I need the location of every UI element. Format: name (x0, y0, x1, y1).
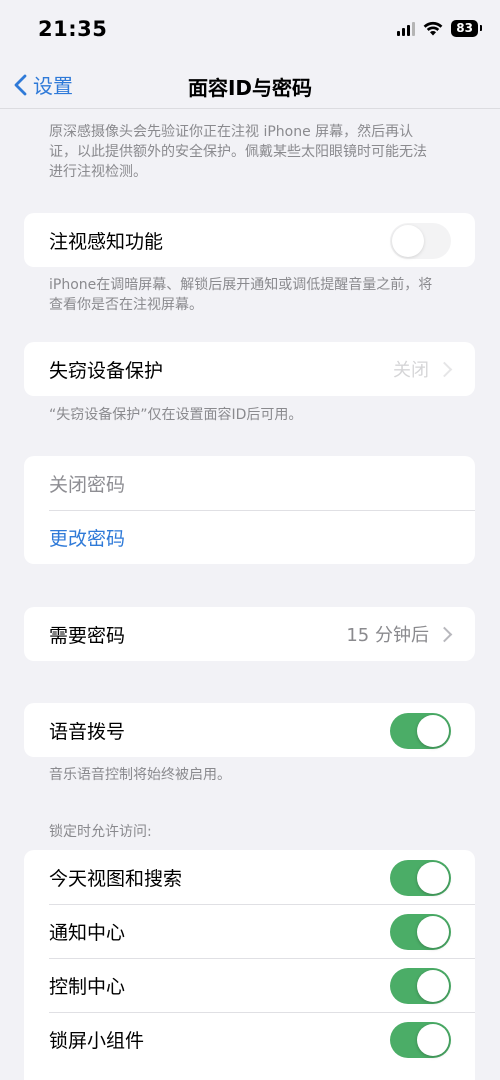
require-passcode-row[interactable]: 需要密码 15 分钟后 (24, 607, 475, 661)
attention-aware-footnote: iPhone在调暗屏幕、解锁后展开通知或调低提醒音量之前，将查看你是否在注视屏幕… (49, 277, 433, 313)
require-passcode-value: 15 分钟后 (346, 625, 429, 646)
toggle-knob (417, 970, 449, 1002)
stolen-device-footnote: “失窃设备保护”仅在设置面容ID后可用。 (49, 407, 303, 423)
voice-dial-toggle[interactable] (390, 713, 451, 749)
status-bar: 21:35 83 (0, 0, 500, 58)
notification-center-label: 通知中心 (49, 921, 126, 944)
today-view-toggle[interactable] (390, 860, 451, 896)
stolen-device-row[interactable]: 失窃设备保护 关闭 (24, 342, 475, 396)
battery-icon: 83 (451, 20, 482, 37)
control-center-row: 控制中心 (24, 958, 475, 1012)
toggle-knob (417, 1024, 449, 1056)
notification-center-toggle[interactable] (390, 914, 451, 950)
require-passcode-label: 需要密码 (49, 624, 126, 647)
stolen-device-card: 失窃设备保护 关闭 (24, 342, 475, 396)
today-view-label: 今天视图和搜索 (49, 867, 183, 890)
lock-screen-widgets-row: 锁屏小组件 (24, 1012, 475, 1066)
locked-access-card: 今天视图和搜索 通知中心 控制中心 锁屏小组件 (24, 850, 475, 1080)
nav-divider (0, 108, 500, 109)
toggle-knob (417, 862, 449, 894)
chevron-right-icon (436, 626, 453, 642)
toggle-knob (392, 225, 424, 257)
stolen-device-label: 失窃设备保护 (49, 359, 164, 382)
voice-dial-footnote: 音乐语音控制将始终被启用。 (49, 767, 231, 783)
stolen-device-value-group: 关闭 (393, 342, 453, 396)
turn-off-passcode-row[interactable]: 关闭密码 (24, 456, 475, 510)
change-passcode-row[interactable]: 更改密码 (24, 510, 475, 564)
require-passcode-value-group: 15 分钟后 (346, 607, 453, 661)
stolen-device-value: 关闭 (393, 360, 429, 381)
chevron-right-icon (436, 361, 453, 377)
control-center-label: 控制中心 (49, 975, 126, 998)
control-center-toggle[interactable] (390, 968, 451, 1004)
attention-aware-row: 注视感知功能 (24, 213, 475, 267)
attention-aware-toggle[interactable] (390, 223, 451, 259)
lock-screen-widgets-toggle[interactable] (390, 1022, 451, 1058)
notification-center-row: 通知中心 (24, 904, 475, 958)
today-view-row: 今天视图和搜索 (24, 850, 475, 904)
voice-dial-row: 语音拨号 (24, 703, 475, 757)
nav-bar: 设置 面容ID与密码 (0, 60, 500, 110)
lock-screen-widgets-label: 锁屏小组件 (49, 1029, 145, 1052)
attention-aware-label: 注视感知功能 (49, 230, 164, 253)
toggle-knob (417, 715, 449, 747)
voice-dial-card: 语音拨号 (24, 703, 475, 757)
page-title: 面容ID与密码 (187, 76, 313, 100)
signal-icon (397, 21, 416, 36)
change-passcode-label: 更改密码 (49, 527, 126, 550)
status-icons: 83 (397, 20, 482, 37)
attention-footnote: 原深感摄像头会先验证你正在注视 iPhone 屏幕，然后再认证，以此提供额外的安… (49, 124, 427, 180)
voice-dial-label: 语音拨号 (49, 720, 126, 743)
attention-aware-card: 注视感知功能 (24, 213, 475, 267)
toggle-knob (417, 916, 449, 948)
wifi-icon (423, 21, 443, 36)
passcode-card: 关闭密码 更改密码 (24, 456, 475, 564)
turn-off-passcode-label: 关闭密码 (49, 473, 126, 496)
require-passcode-card: 需要密码 15 分钟后 (24, 607, 475, 661)
status-time: 21:35 (38, 17, 108, 41)
locked-access-header: 锁定时允许访问: (49, 824, 152, 840)
